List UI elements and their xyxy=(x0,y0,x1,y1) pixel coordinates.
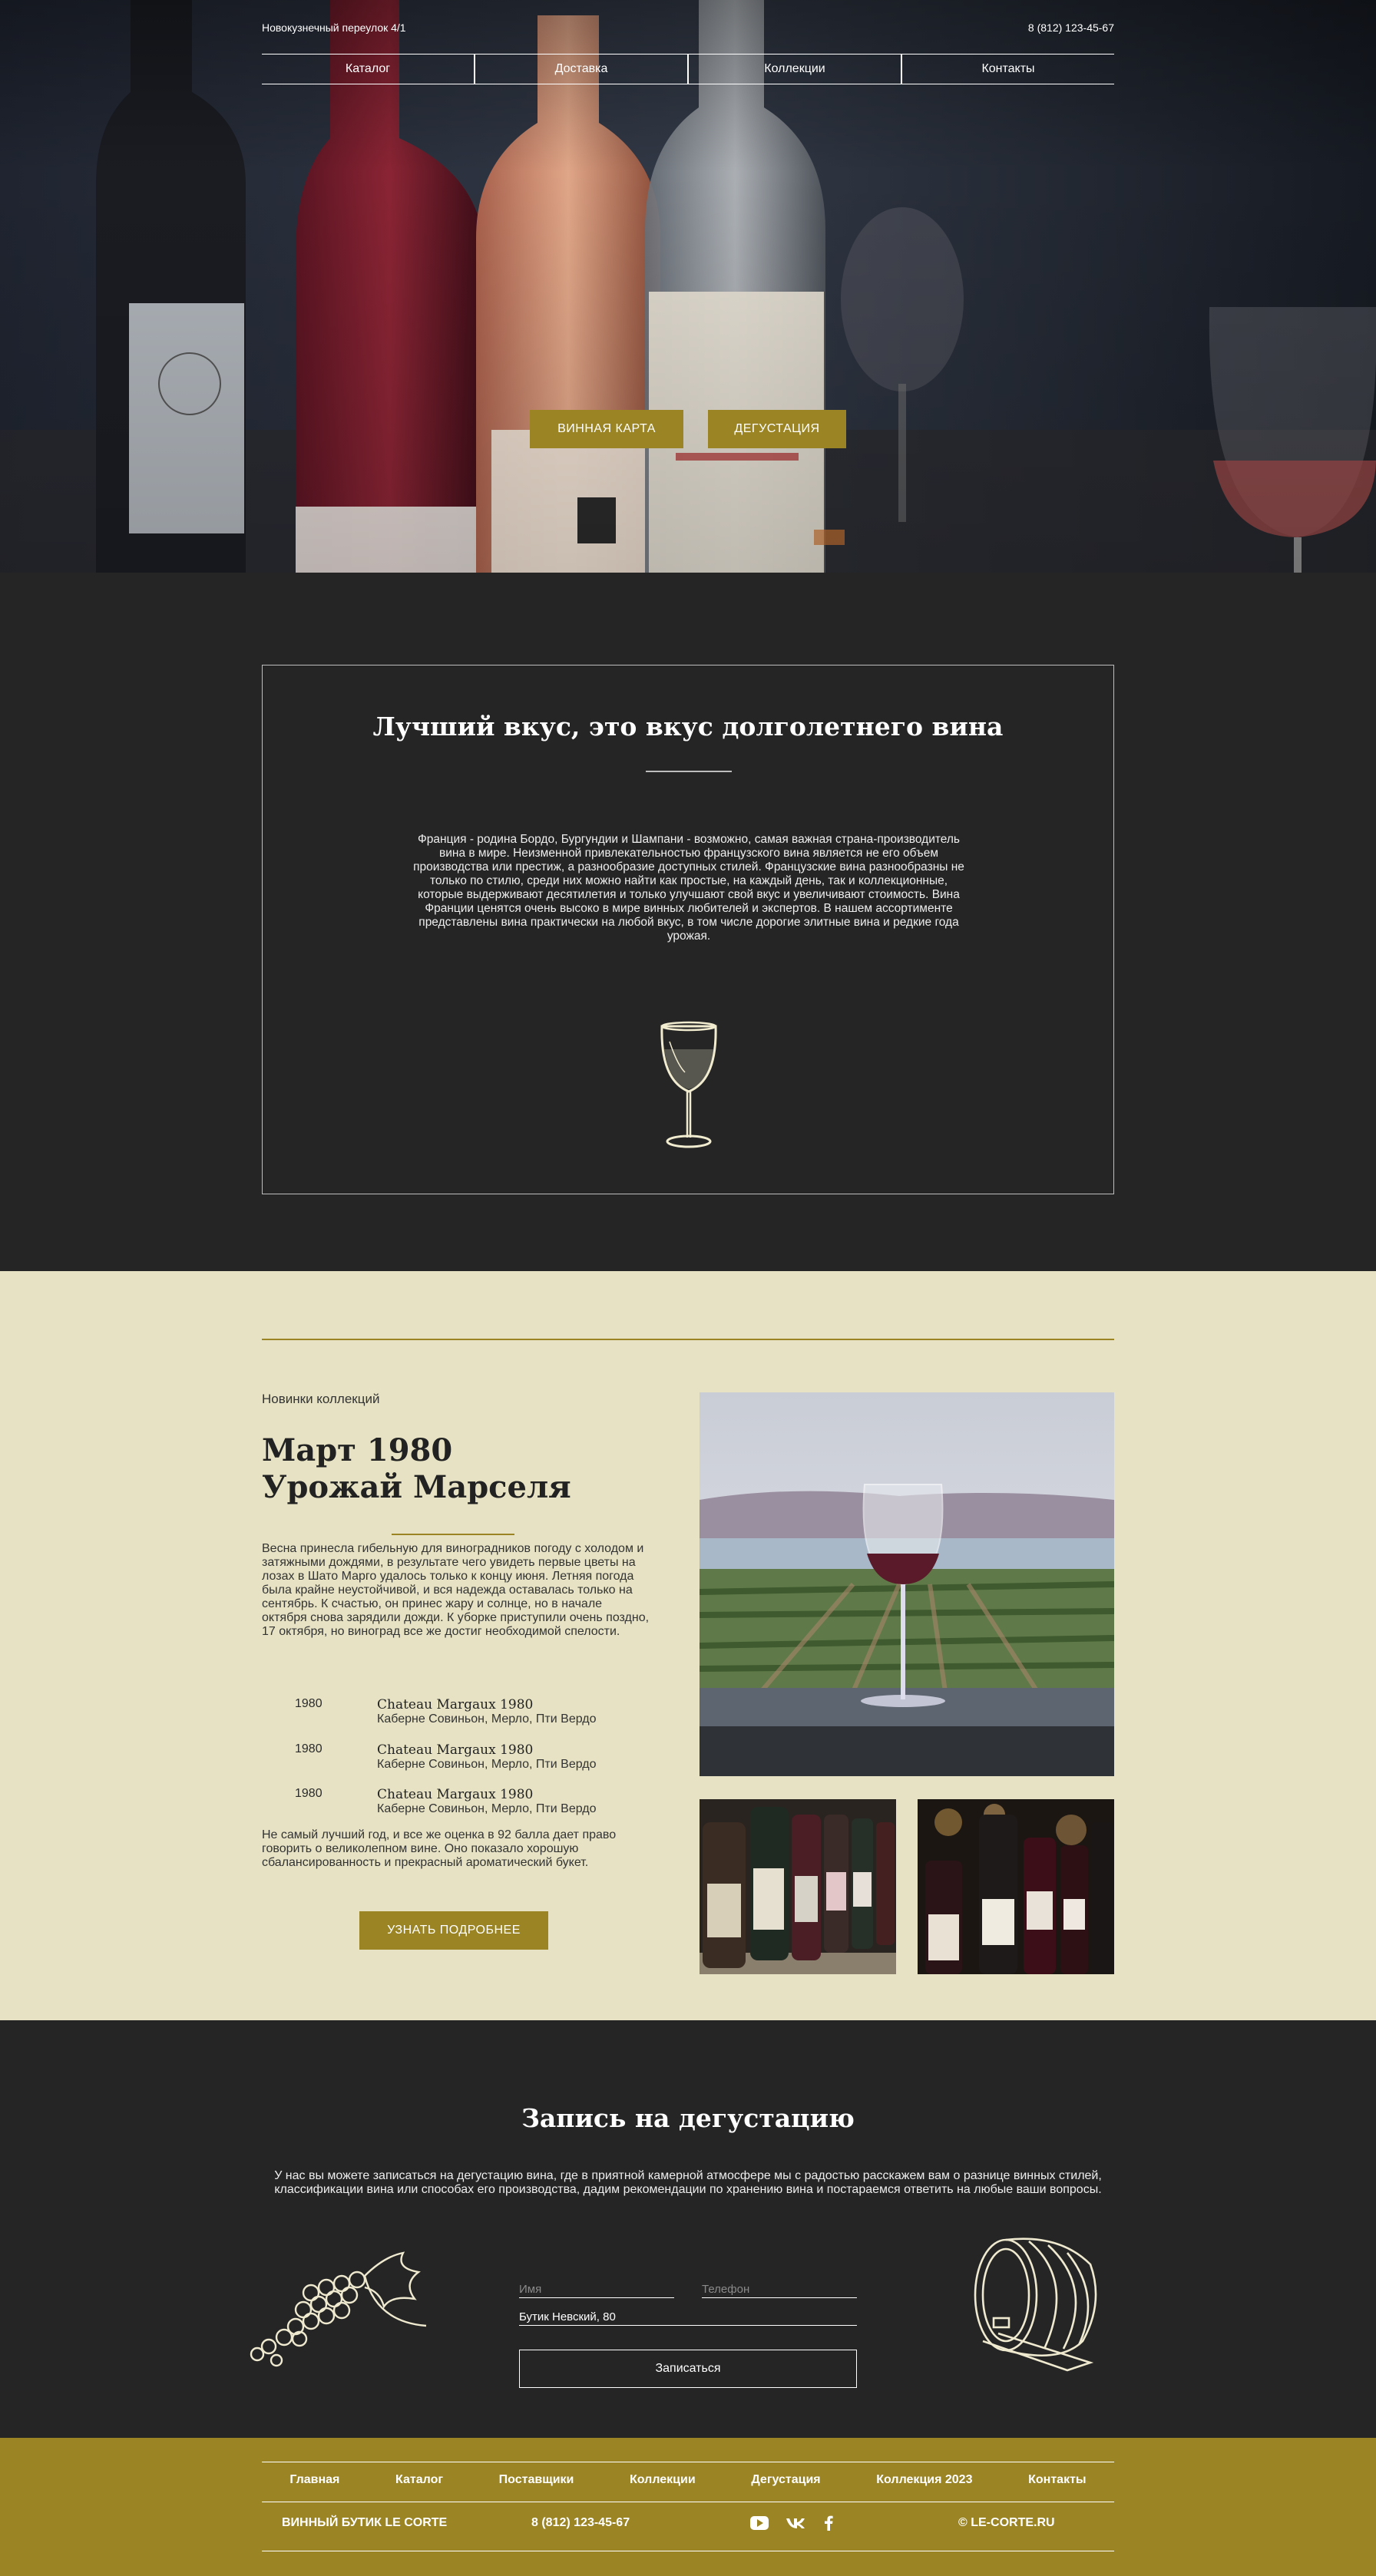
about-divider xyxy=(646,771,732,772)
barrel-icon xyxy=(974,2237,1097,2372)
footer-link-home[interactable]: Главная xyxy=(289,2473,339,2488)
collection-divider xyxy=(262,1339,1114,1340)
footer-nav: Главная Каталог Поставщики Коллекции Дег… xyxy=(262,2473,1114,2488)
wine-list-item: 1980 Chateau Margaux 1980 Каберне Совинь… xyxy=(262,1787,646,1822)
wine-year: 1980 xyxy=(295,1697,322,1710)
collection-text-2: Не самый лучший год, и все же оценка в 9… xyxy=(262,1828,617,1869)
collection-title-divider xyxy=(392,1534,514,1535)
phone-input[interactable]: Телефон xyxy=(702,2275,857,2298)
footer-link-catalog[interactable]: Каталог xyxy=(395,2473,443,2488)
wine-grapes: Каберне Совиньон, Мерло, Пти Вердо xyxy=(377,1802,597,1815)
footer-link-tasting[interactable]: Дегустация xyxy=(751,2473,820,2488)
wine-list-button[interactable]: ВИННАЯ КАРТА xyxy=(530,410,683,448)
wine-bottles-photo xyxy=(918,1799,1114,1974)
header-address: Новокузнечный переулок 4/1 xyxy=(262,21,406,34)
collection-title-line1: Март 1980 xyxy=(262,1432,453,1468)
footer: Главная Каталог Поставщики Коллекции Дег… xyxy=(0,2438,1376,2576)
tasting-title: Запись на дегустацию xyxy=(521,2103,855,2133)
tasting-button[interactable]: ДЕГУСТАЦИЯ xyxy=(708,410,846,448)
hero-overlay xyxy=(0,0,1376,573)
wine-list-item: 1980 Chateau Margaux 1980 Каберне Совинь… xyxy=(262,1742,646,1778)
wine-grapes: Каберне Совиньон, Мерло, Пти Вердо xyxy=(377,1712,597,1726)
nav-item-delivery[interactable]: Доставка xyxy=(475,54,689,84)
nav-item-collections[interactable]: Коллекции xyxy=(689,54,902,84)
footer-link-collection-2023[interactable]: Коллекция 2023 xyxy=(876,2473,972,2488)
location-select[interactable]: Бутик Невский, 80 xyxy=(519,2303,857,2326)
about-section: Лучший вкус, это вкус долголетнего вина … xyxy=(262,665,1114,1194)
main-nav: Каталог Доставка Коллекции Контакты xyxy=(262,54,1114,84)
nav-item-contacts[interactable]: Контакты xyxy=(902,54,1114,84)
learn-more-button[interactable]: УЗНАТЬ ПОДРОБНЕЕ xyxy=(359,1911,548,1950)
wine-glass-icon xyxy=(660,1021,717,1148)
collection-tag: Новинки коллекций xyxy=(262,1392,380,1406)
wine-year: 1980 xyxy=(295,1787,322,1800)
wine-name: Chateau Margaux 1980 xyxy=(377,1742,534,1758)
wine-list-item: 1980 Chateau Margaux 1980 Каберне Совинь… xyxy=(262,1697,646,1732)
about-title: Лучший вкус, это вкус долголетнего вина xyxy=(372,712,1004,741)
footer-link-suppliers[interactable]: Поставщики xyxy=(499,2473,574,2488)
wine-grapes: Каберне Совиньон, Мерло, Пти Вердо xyxy=(377,1758,597,1771)
wine-shelf-photo xyxy=(700,1799,896,1974)
collection-title-line2: Урожай Марселя xyxy=(262,1469,571,1505)
wine-name: Chateau Margaux 1980 xyxy=(377,1697,534,1712)
collection-text: Весна принесла гибельную для виноградник… xyxy=(262,1542,650,1638)
collection-title: Март 1980 Урожай Марселя xyxy=(262,1432,571,1506)
collection-section: Новинки коллекций Март 1980 Урожай Марсе… xyxy=(0,1271,1376,2020)
vk-icon[interactable] xyxy=(785,2515,806,2531)
nav-item-catalog[interactable]: Каталог xyxy=(262,54,475,84)
about-text: Франция - родина Бордо, Бургундии и Шамп… xyxy=(413,833,964,943)
name-input[interactable]: Имя xyxy=(519,2275,674,2298)
signup-button[interactable]: Записаться xyxy=(519,2350,857,2388)
vineyard-glass-photo xyxy=(700,1392,1114,1776)
tasting-text: У нас вы можете записаться на дегустацию… xyxy=(274,2169,1102,2196)
facebook-icon[interactable] xyxy=(822,2515,835,2531)
wine-name: Chateau Margaux 1980 xyxy=(377,1787,534,1802)
youtube-icon[interactable] xyxy=(749,2515,769,2531)
wine-year: 1980 xyxy=(295,1742,322,1755)
hero-section: Новокузнечный переулок 4/1 8 (812) 123-4… xyxy=(0,0,1376,573)
footer-site: © LE-CORTE.RU xyxy=(958,2516,1055,2529)
footer-brand: ВИННЫЙ БУТИК LE CORTE xyxy=(282,2516,448,2529)
footer-phone[interactable]: 8 (812) 123-45-67 xyxy=(531,2516,630,2530)
header-phone[interactable]: 8 (812) 123-45-67 xyxy=(1028,21,1114,34)
grapes-icon xyxy=(250,2251,427,2367)
footer-link-collections[interactable]: Коллекции xyxy=(630,2473,696,2488)
footer-link-contacts[interactable]: Контакты xyxy=(1028,2473,1086,2488)
